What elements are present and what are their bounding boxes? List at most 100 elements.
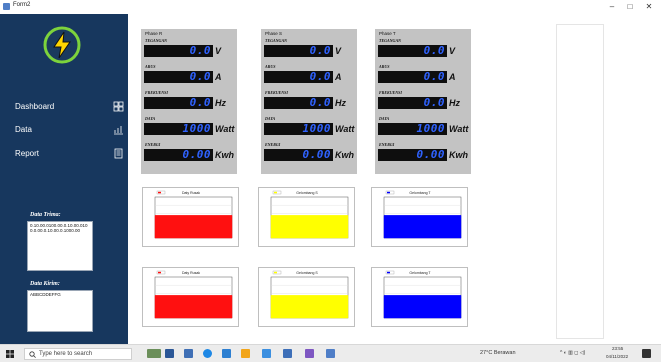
unit-label: Kwh	[335, 150, 354, 160]
form-app-icon[interactable]	[326, 349, 335, 358]
frequency-display: 0.0	[264, 97, 333, 109]
app-icon	[3, 3, 10, 10]
unit-label: A	[449, 72, 456, 82]
phase-title: Phase R	[145, 31, 163, 36]
unit-label: Watt	[449, 124, 469, 134]
power-display: 1000	[144, 123, 213, 135]
application-window: Form2 – □ ✕ Dashboard Data Report Data T…	[0, 0, 661, 362]
window-title: Form2	[13, 2, 31, 8]
search-icon	[29, 351, 36, 358]
taskbar: Type here to search 27°C Berawan ^ ◐ ▥ ◻…	[0, 344, 661, 362]
chart-title: Gelombang T	[409, 191, 431, 195]
voltage-display: 0.0	[378, 45, 447, 57]
meter-label: ENERGI	[145, 142, 161, 147]
chart-title: Gelombang S	[296, 191, 318, 195]
meter-label: ARUS	[145, 64, 156, 69]
report-icon	[114, 148, 123, 159]
edge-icon[interactable]	[262, 349, 271, 358]
clock-date[interactable]: 04/11/2022	[606, 354, 628, 359]
unit-label: V	[449, 46, 456, 56]
clock-time[interactable]: 23:55	[612, 346, 623, 351]
side-panel	[556, 24, 604, 339]
unit-label: Hz	[335, 98, 346, 108]
current-display: 0.0	[144, 71, 213, 83]
folder-icon[interactable]	[241, 349, 250, 358]
vscode-icon[interactable]	[222, 349, 231, 358]
data-terima-textbox[interactable]: 0.10.00.0100.00.0.10.00.0100.0.00.0.10.0…	[27, 221, 93, 271]
visual-studio-icon[interactable]	[305, 349, 314, 358]
weather-status[interactable]: 27°C Berawan	[480, 350, 516, 356]
unit-label: V	[335, 46, 342, 56]
legend-swatch	[274, 191, 277, 194]
power-bolt-icon	[43, 26, 81, 64]
phase-r-panel: Phase R TEGANGAN 0.0 V ARUS 0.0 A FREKUE…	[141, 29, 237, 174]
unit-label: Watt	[335, 124, 355, 134]
waveform-chart-r: Daty Rusak	[154, 190, 233, 239]
current-display: 0.0	[264, 71, 333, 83]
data-kirim-label: Data Kirim:	[30, 281, 60, 287]
waveform-chart-s: Gelombang S	[270, 270, 349, 319]
chart-title: Daty Rusak	[182, 271, 200, 275]
waveform-area	[270, 295, 349, 319]
frequency-display: 0.0	[378, 97, 447, 109]
meter-label: TEGANGAN	[379, 38, 402, 43]
waveform-chart-s: Gelombang S	[270, 190, 349, 239]
maximize-button[interactable]: □	[622, 0, 638, 14]
meter-label: ENERGI	[265, 142, 281, 147]
phase-title: Phase S	[265, 31, 283, 36]
voltage-display: 0.0	[264, 45, 333, 57]
legend-swatch	[387, 271, 390, 274]
main-content: Phase R TEGANGAN 0.0 V ARUS 0.0 A FREKUE…	[128, 14, 661, 344]
unit-label: Kwh	[449, 150, 468, 160]
unit-label: V	[215, 46, 222, 56]
unit-label: Watt	[215, 124, 235, 134]
sidebar-item-dashboard[interactable]: Dashboard	[0, 98, 128, 116]
waveform-area	[383, 295, 462, 319]
task-view-icon[interactable]	[165, 349, 174, 358]
minimize-button[interactable]: –	[604, 0, 620, 14]
power-display: 1000	[264, 123, 333, 135]
meter-label: DAYA	[265, 116, 276, 121]
chart-title: Gelombang T	[409, 271, 431, 275]
unit-label: Hz	[215, 98, 226, 108]
sidebar-item-label: Data	[15, 125, 32, 134]
system-tray-icons[interactable]: ^ ◐ ▥ ◻ ◁)	[560, 350, 585, 356]
meter-label: ENERGI	[379, 142, 395, 147]
waveform-chart-r: Daty Rusak	[154, 270, 233, 319]
windows-start-icon[interactable]	[6, 350, 14, 358]
meter-label: TEGANGAN	[145, 38, 168, 43]
file-explorer-icon[interactable]	[184, 349, 193, 358]
search-placeholder: Type here to search	[39, 351, 93, 357]
voltage-display: 0.0	[144, 45, 213, 57]
meter-label: ARUS	[265, 64, 276, 69]
chart-card-s-1: Gelombang S	[258, 187, 355, 247]
sidebar: Dashboard Data Report Data Trima: 0.10.0…	[0, 14, 128, 344]
sidebar-item-data[interactable]: Data	[0, 121, 128, 139]
meter-label: DAYA	[379, 116, 390, 121]
weather-widget-icon[interactable]	[147, 349, 161, 358]
chart-card-r-2: Daty Rusak	[142, 267, 239, 327]
notification-icon[interactable]	[642, 349, 651, 358]
energy-display: 0.00	[378, 149, 447, 161]
app-icon[interactable]	[283, 349, 292, 358]
title-bar: Form2 – □ ✕	[0, 0, 661, 14]
chart-card-r-1: Daty Rusak	[142, 187, 239, 247]
data-terima-label: Data Trima:	[30, 212, 61, 218]
meter-label: FREKUENSI	[265, 90, 288, 95]
chrome-icon[interactable]	[203, 349, 212, 358]
chart-title: Gelombang S	[296, 271, 318, 275]
sidebar-item-report[interactable]: Report	[0, 145, 128, 163]
phase-title: Phase T	[379, 31, 396, 36]
power-display: 1000	[378, 123, 447, 135]
chart-card-s-2: Gelombang S	[258, 267, 355, 327]
data-kirim-textbox[interactable]: ABBCDDEFFG	[27, 290, 93, 332]
legend-swatch	[158, 191, 161, 194]
dashboard-grid-icon	[113, 101, 124, 112]
chart-title: Daty Rusak	[182, 191, 200, 195]
unit-label: A	[335, 72, 342, 82]
waveform-area	[154, 215, 233, 239]
close-button[interactable]: ✕	[641, 0, 657, 14]
taskbar-search-box[interactable]: Type here to search	[24, 348, 132, 360]
chart-card-t-2: Gelombang T	[371, 267, 468, 327]
meter-label: DAYA	[145, 116, 156, 121]
